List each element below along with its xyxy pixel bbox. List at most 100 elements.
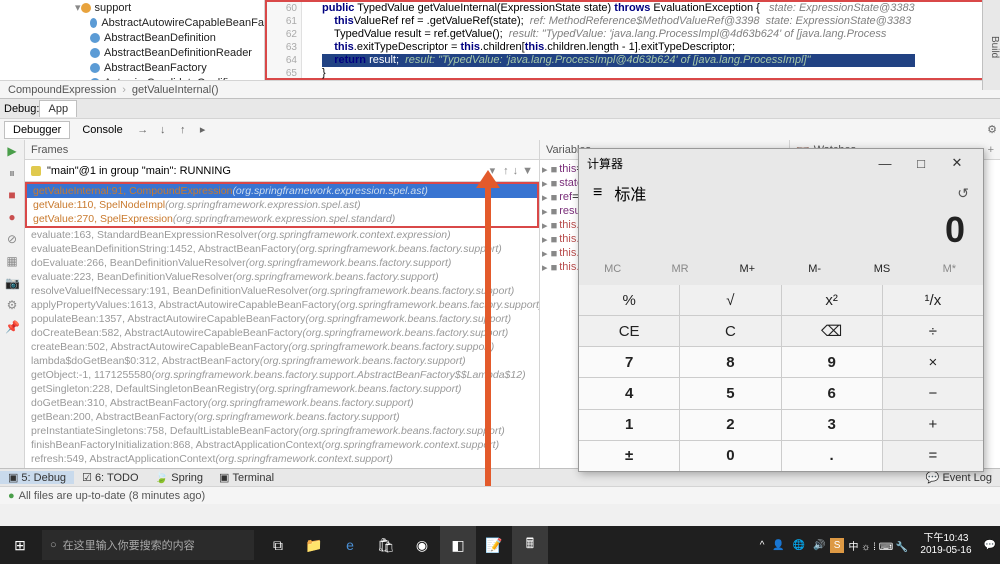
stack-frame[interactable]: getValueInternal:91, CompoundExpression … bbox=[27, 184, 537, 198]
tree-item[interactable]: AbstractBeanFactory bbox=[104, 62, 207, 74]
resume-icon[interactable]: ▶ bbox=[5, 144, 19, 158]
chrome-icon[interactable]: ◉ bbox=[404, 526, 440, 564]
stack-frame[interactable]: applyPropertyValues:1613, AbstractAutowi… bbox=[25, 298, 539, 312]
tab-todo[interactable]: ☑ 6: TODO bbox=[74, 471, 146, 484]
pause-icon[interactable]: ⏸ bbox=[5, 166, 19, 180]
stack-frame[interactable]: doGetBean:310, AbstractBeanFactory (org.… bbox=[25, 396, 539, 410]
step-out-icon[interactable]: ↑ bbox=[175, 122, 191, 138]
stack-frame[interactable]: evaluate:223, BeanDefinitionValueResolve… bbox=[25, 270, 539, 284]
calc-key-8[interactable]: 8 bbox=[680, 347, 780, 377]
search-box[interactable]: ○ 在这里输入你要搜索的内容 bbox=[42, 530, 254, 560]
project-tree[interactable]: ▾ support AbstractAutowireCapableBeanFa … bbox=[0, 0, 265, 80]
run-to-cursor-icon[interactable]: ▸ bbox=[195, 122, 211, 138]
calc-key-C[interactable]: C bbox=[680, 316, 780, 346]
tab-debug[interactable]: ▣ 5: Debug bbox=[0, 471, 74, 484]
settings-icon[interactable]: ⚙ bbox=[5, 298, 19, 312]
notifications-icon[interactable]: 💬 bbox=[980, 540, 1000, 551]
intellij-icon[interactable]: ◧ bbox=[440, 526, 476, 564]
stack-frame[interactable]: preInstantiateSingletons:758, DefaultLis… bbox=[25, 424, 539, 438]
calc-key-7[interactable]: 7 bbox=[579, 347, 679, 377]
calc-key-=[interactable]: = bbox=[883, 441, 983, 471]
calc-key-±[interactable]: ± bbox=[579, 441, 679, 471]
step-over-icon[interactable]: → bbox=[135, 122, 151, 138]
breadcrumb[interactable]: CompoundExpression›getValueInternal() bbox=[0, 80, 1000, 98]
calc-key-÷[interactable]: ÷ bbox=[883, 316, 983, 346]
tree-item[interactable]: AbstractBeanDefinition bbox=[104, 32, 216, 44]
tree-item[interactable]: AbstractBeanDefinitionReader bbox=[104, 47, 252, 59]
store-icon[interactable]: 🛍 bbox=[368, 526, 404, 564]
calc-key-¹/x[interactable]: ¹/x bbox=[883, 285, 983, 315]
calc-key-.[interactable]: . bbox=[782, 441, 882, 471]
stack-frame[interactable]: doEvaluate:266, BeanDefinitionValueResol… bbox=[25, 256, 539, 270]
calc-key-2[interactable]: 2 bbox=[680, 410, 780, 440]
calc-key-√[interactable]: √ bbox=[680, 285, 780, 315]
stack-frame[interactable]: refresh:549, AbstractApplicationContext … bbox=[25, 452, 539, 466]
calc-key-0[interactable]: 0 bbox=[680, 441, 780, 471]
calc-key-+[interactable]: + bbox=[883, 410, 983, 440]
maximize-button[interactable]: □ bbox=[903, 156, 939, 171]
frame-down-icon[interactable]: ↓ bbox=[513, 165, 519, 177]
close-button[interactable]: ✕ bbox=[939, 155, 975, 171]
pin-icon[interactable]: 📌 bbox=[5, 320, 19, 334]
stack-frame[interactable]: evaluateBeanDefinitionString:1452, Abstr… bbox=[25, 242, 539, 256]
pkg-name[interactable]: support bbox=[95, 2, 132, 14]
calc-key-CE[interactable]: CE bbox=[579, 316, 679, 346]
tab-console[interactable]: Console bbox=[74, 122, 130, 138]
stack-frame[interactable]: lambda$doGetBean$0:312, AbstractBeanFact… bbox=[25, 354, 539, 368]
calc-key-3[interactable]: 3 bbox=[782, 410, 882, 440]
frames-list[interactable]: getValueInternal:91, CompoundExpression … bbox=[25, 182, 539, 486]
calc-key-×[interactable]: × bbox=[883, 347, 983, 377]
calc-key-9[interactable]: 9 bbox=[782, 347, 882, 377]
ime-icon[interactable]: S bbox=[830, 538, 845, 553]
stack-frame[interactable]: getObject:-1, 1171255580 (org.springfram… bbox=[25, 368, 539, 382]
breakpoints-icon[interactable]: ● bbox=[5, 210, 19, 224]
calc-key-6[interactable]: 6 bbox=[782, 378, 882, 408]
ime-lang[interactable]: 中 ☼ ⁞ ⌨ 🔧 bbox=[844, 538, 912, 553]
code-editor[interactable]: 606162636465 public TypedValue getValueI… bbox=[265, 0, 1000, 80]
camera-icon[interactable]: 📷 bbox=[5, 276, 19, 290]
tray-icon[interactable]: ^ bbox=[756, 540, 769, 551]
explorer-icon[interactable]: 📁 bbox=[296, 526, 332, 564]
volume-icon[interactable]: 🔊 bbox=[809, 540, 829, 551]
minimize-button[interactable]: — bbox=[867, 156, 903, 171]
edge-icon[interactable]: e bbox=[332, 526, 368, 564]
calc-key-%[interactable]: % bbox=[579, 285, 679, 315]
calc-key-−[interactable]: − bbox=[883, 378, 983, 408]
task-view-icon[interactable]: ⧉ bbox=[260, 526, 296, 564]
tab-terminal[interactable]: ▣ Terminal bbox=[211, 471, 282, 484]
stack-frame[interactable]: getValue:110, SpelNodeImpl (org.springfr… bbox=[27, 198, 537, 212]
tree-item[interactable]: AbstractAutowireCapableBeanFa bbox=[101, 17, 264, 29]
calc-key-⌫[interactable]: ⌫ bbox=[782, 316, 882, 346]
notepad-icon[interactable]: 📝 bbox=[476, 526, 512, 564]
mute-icon[interactable]: ⊘ bbox=[5, 232, 19, 246]
stop-icon[interactable]: ■ bbox=[5, 188, 19, 202]
calc-key-4[interactable]: 4 bbox=[579, 378, 679, 408]
menu-icon[interactable]: ≡ bbox=[593, 184, 602, 202]
tab-debugger[interactable]: Debugger bbox=[4, 121, 70, 139]
filter-icon[interactable]: ▼ bbox=[522, 165, 533, 177]
stack-frame[interactable]: doCreateBean:582, AbstractAutowireCapabl… bbox=[25, 326, 539, 340]
network-icon[interactable]: 🌐 bbox=[789, 540, 809, 551]
stack-frame[interactable]: createBean:502, AbstractAutowireCapableB… bbox=[25, 340, 539, 354]
settings-icon[interactable]: ⚙ bbox=[984, 122, 1000, 138]
add-watch-icon[interactable]: + bbox=[988, 144, 994, 156]
calc-key-x²[interactable]: x² bbox=[782, 285, 882, 315]
stack-frame[interactable]: evaluate:163, StandardBeanExpressionReso… bbox=[25, 228, 539, 242]
stack-frame[interactable]: resolveValueIfNecessary:191, BeanDefinit… bbox=[25, 284, 539, 298]
stack-frame[interactable]: getBean:200, AbstractBeanFactory (org.sp… bbox=[25, 410, 539, 424]
stack-frame[interactable]: getValue:270, SpelExpression (org.spring… bbox=[27, 212, 537, 226]
start-button[interactable]: ⊞ bbox=[0, 526, 40, 564]
layout-icon[interactable]: ▦ bbox=[5, 254, 19, 268]
right-tool-rail[interactable]: Build bbox=[982, 0, 1000, 90]
calc-key-1[interactable]: 1 bbox=[579, 410, 679, 440]
calculator-icon[interactable]: 🖩 bbox=[512, 526, 548, 564]
step-into-icon[interactable]: ↓ bbox=[155, 122, 171, 138]
stack-frame[interactable]: populateBean:1357, AbstractAutowireCapab… bbox=[25, 312, 539, 326]
event-log[interactable]: 💬 Event Log bbox=[918, 471, 1000, 484]
calc-key-5[interactable]: 5 bbox=[680, 378, 780, 408]
frame-up-icon[interactable]: ↑ bbox=[503, 165, 509, 177]
stack-frame[interactable]: getSingleton:228, DefaultSingletonBeanRe… bbox=[25, 382, 539, 396]
clock[interactable]: 下午10:43 2019-05-16 bbox=[912, 533, 979, 557]
history-icon[interactable]: ↺ bbox=[957, 185, 969, 202]
tab-app[interactable]: App bbox=[39, 100, 77, 117]
